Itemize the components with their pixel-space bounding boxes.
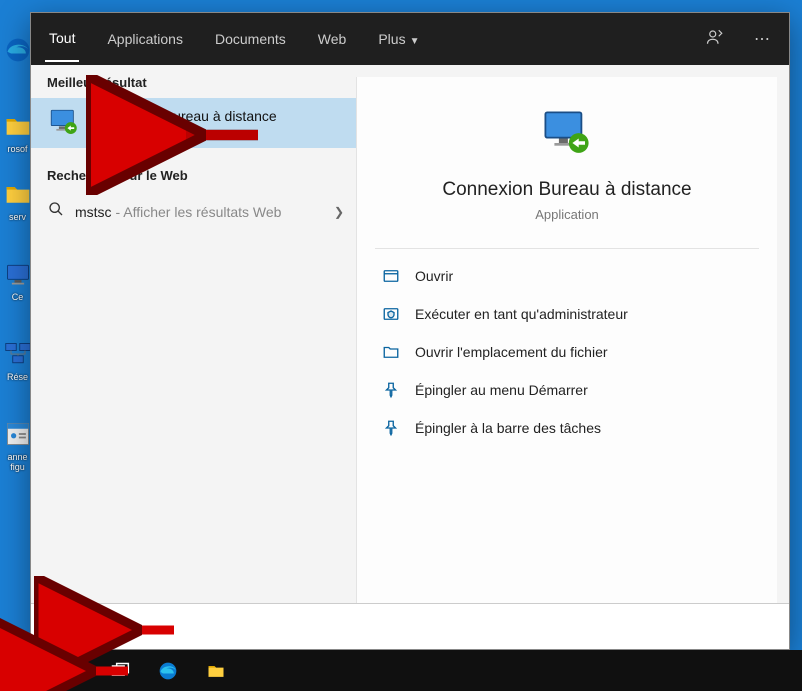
shield-icon [381,304,401,324]
edge-icon [2,34,34,66]
feedback-icon[interactable] [703,28,727,51]
action-open-location[interactable]: Ouvrir l'emplacement du fichier [375,333,759,371]
detail-subtitle: Application [535,207,599,222]
results-panel: Meilleur résultat Connexion Bureau à dis… [31,65,356,603]
desktop-label: Rése [7,372,28,382]
folder-icon [2,178,34,210]
tab-apps[interactable]: Applications [103,17,187,61]
rdp-app-icon [47,106,81,140]
more-options-icon[interactable]: ⋯ [751,29,775,49]
action-run-admin[interactable]: Exécuter en tant qu'administrateur [375,295,759,333]
taskbar-edge[interactable] [144,650,192,691]
desktop-label: rosof [7,144,27,154]
tab-all[interactable]: Tout [45,16,79,62]
chevron-right-icon: ❯ [334,205,344,219]
chevron-down-icon: ▼ [410,36,420,47]
action-open-label: Ouvrir [415,268,453,284]
pin-taskbar-icon [381,418,401,438]
taskbar [0,650,802,691]
web-search-query: mstsc [75,204,112,220]
taskbar-explorer[interactable] [192,650,240,691]
taskbar-search-button[interactable] [48,650,96,691]
search-popup: Tout Applications Documents Web Plus▼ ⋯ … [30,12,790,650]
action-run-admin-label: Exécuter en tant qu'administrateur [415,306,628,322]
best-match-title: Connexion Bureau à distance [93,108,277,124]
search-icon [45,615,63,638]
action-pin-taskbar-label: Épingler à la barre des tâches [415,420,601,436]
search-icon [47,201,65,222]
rdp-app-icon-large [540,107,594,161]
network-icon [2,338,34,370]
tab-more[interactable]: Plus ▼ [374,17,423,61]
folder-icon [2,110,34,142]
action-open[interactable]: Ouvrir [375,257,759,295]
divider [375,248,759,249]
start-button[interactable] [0,650,48,691]
web-search-item[interactable]: mstsc - Afficher les résultats Web ❯ [31,191,356,232]
detail-title: Connexion Bureau à distance [442,179,691,201]
search-tabs: Tout Applications Documents Web Plus ▼ ⋯ [31,13,789,65]
action-pin-start-label: Épingler au menu Démarrer [415,382,588,398]
search-body: Meilleur résultat Connexion Bureau à dis… [31,65,789,603]
open-icon [381,266,401,286]
task-view-button[interactable] [96,650,144,691]
action-pin-taskbar[interactable]: Épingler à la barre des tâches [375,409,759,447]
pin-start-icon [381,380,401,400]
best-match-item[interactable]: Connexion Bureau à distance Application [31,98,356,148]
tab-documents[interactable]: Documents [211,17,290,61]
search-bar [31,603,789,649]
desktop-label: serv [9,212,26,222]
best-match-header: Meilleur résultat [31,65,356,98]
desktop-label: Ce [12,292,24,302]
web-search-text: mstsc - Afficher les résultats Web [75,204,281,220]
desktop-label: anne figu [7,452,27,472]
search-input[interactable] [73,617,775,637]
monitor-icon [2,258,34,290]
web-search-header: Rechercher sur le Web [31,158,356,191]
action-pin-start[interactable]: Épingler au menu Démarrer [375,371,759,409]
settings-panel-icon [2,418,34,450]
tab-more-label: Plus [378,31,405,47]
tab-web[interactable]: Web [314,17,351,61]
best-match-subtitle: Application [93,124,277,138]
folder-location-icon [381,342,401,362]
action-open-location-label: Ouvrir l'emplacement du fichier [415,344,608,360]
detail-panel: Connexion Bureau à distance Application … [356,77,777,603]
web-search-suffix: - Afficher les résultats Web [112,204,282,220]
